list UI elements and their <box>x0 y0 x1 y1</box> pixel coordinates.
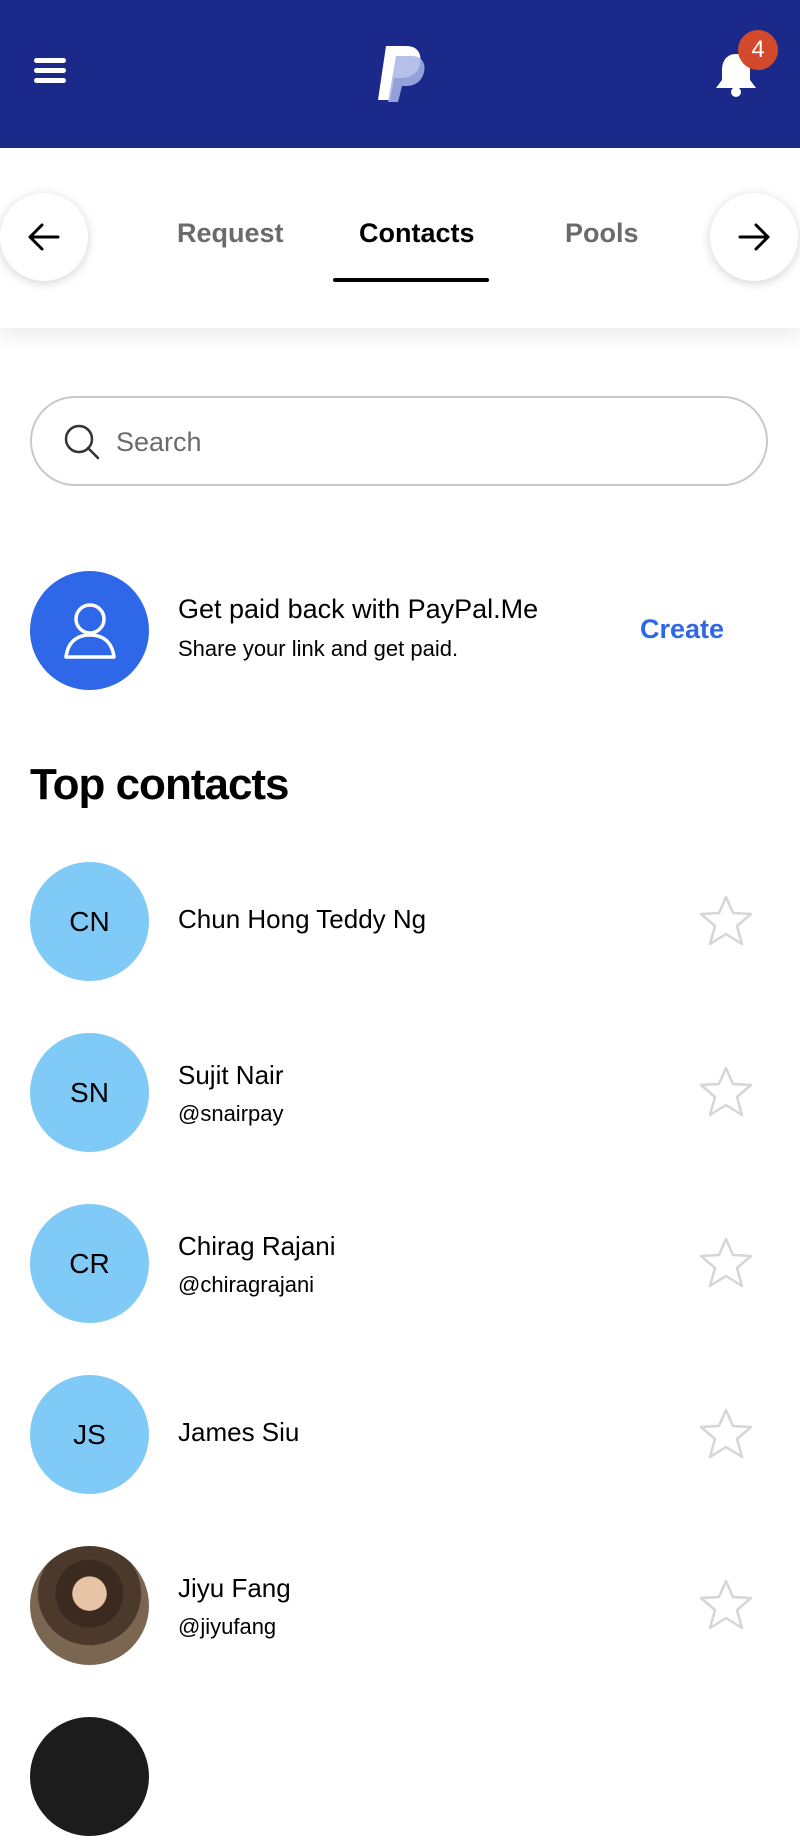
contact-handle: @snairpay <box>178 1101 284 1126</box>
contact-name: Chun Hong Teddy Ng <box>178 904 427 934</box>
star-icon[interactable] <box>698 894 754 948</box>
active-tab-indicator <box>333 278 489 282</box>
contact-name: Sujit Nair <box>178 1060 284 1090</box>
avatar: SN <box>30 1033 149 1152</box>
star-icon[interactable] <box>698 1236 754 1290</box>
avatar: CN <box>30 862 149 981</box>
menu-icon-bar <box>34 68 66 73</box>
avatar: JS <box>30 1375 149 1494</box>
contact-handle: @jiyufang <box>178 1614 277 1639</box>
contact-row[interactable]: Jiyu Fang @jiyufang <box>0 1536 800 1676</box>
menu-button[interactable] <box>30 50 74 94</box>
star-icon[interactable] <box>698 1407 754 1461</box>
contact-handle: @chiragrajani <box>178 1272 315 1297</box>
avatar: CR <box>30 1204 149 1323</box>
contact-row[interactable]: SN Sujit Nair @snairpay <box>0 1023 800 1163</box>
contact-row[interactable]: CR Chirag Rajani @chiragrajani <box>0 1194 800 1334</box>
arrow-right-icon <box>738 223 770 251</box>
paypal-logo <box>378 46 425 102</box>
menu-icon-bar <box>34 78 66 83</box>
star-icon[interactable] <box>698 1578 754 1632</box>
contact-row[interactable] <box>0 1707 800 1847</box>
arrow-left-icon <box>28 223 60 251</box>
contact-name: Jiyu Fang <box>178 1573 291 1603</box>
star-icon[interactable] <box>698 1065 754 1119</box>
search-bar[interactable] <box>30 396 768 486</box>
promo-title: Get paid back with PayPal.Me <box>178 594 539 624</box>
contact-row[interactable]: CN Chun Hong Teddy Ng <box>0 852 800 992</box>
app-header: 4 <box>0 0 800 148</box>
section-title-top-contacts: Top contacts <box>30 760 290 809</box>
contact-name: Chirag Rajani <box>178 1231 336 1261</box>
menu-icon <box>34 58 66 63</box>
search-input[interactable] <box>114 416 718 468</box>
paypal-me-avatar <box>30 571 149 690</box>
tab-contacts[interactable]: Contacts <box>359 218 475 249</box>
person-icon <box>64 603 116 659</box>
contact-row[interactable]: JS James Siu <box>0 1365 800 1505</box>
avatar <box>30 1717 149 1836</box>
contact-name: James Siu <box>178 1417 300 1447</box>
create-link-button[interactable]: Create <box>640 614 724 645</box>
notification-badge: 4 <box>738 30 778 70</box>
search-icon <box>64 424 100 460</box>
tab-request[interactable]: Request <box>177 218 284 249</box>
scroll-left-button[interactable] <box>0 193 88 281</box>
scroll-right-button[interactable] <box>710 193 798 281</box>
tab-pools[interactable]: Pools <box>565 218 639 249</box>
avatar-photo <box>30 1546 149 1665</box>
tab-bar: Request Contacts Pools <box>0 148 800 328</box>
promo-subtitle: Share your link and get paid. <box>178 636 459 661</box>
